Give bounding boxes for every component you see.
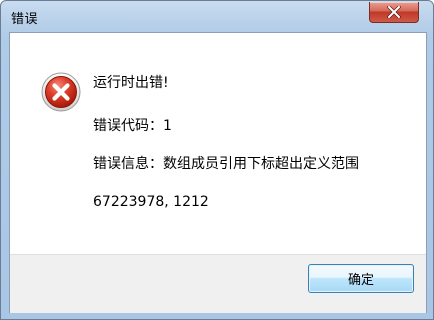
button-bar: 确定 bbox=[10, 254, 426, 313]
message-line-error-code: 错误代码：1 bbox=[93, 118, 172, 134]
error-dialog-window: 错误 运行时出错! 错误代码：1 错误信息：数组成员引用下标超出定义范围 672… bbox=[0, 0, 434, 320]
close-icon bbox=[387, 6, 401, 18]
dialog-body: 运行时出错! 错误代码：1 错误信息：数组成员引用下标超出定义范围 672239… bbox=[9, 32, 427, 313]
message-line-error-info: 错误信息：数组成员引用下标超出定义范围 bbox=[93, 156, 359, 172]
close-button[interactable] bbox=[369, 2, 419, 23]
ok-button[interactable]: 确定 bbox=[308, 264, 414, 293]
message-line-runtime-error: 运行时出错! bbox=[93, 75, 169, 91]
message-area: 运行时出错! 错误代码：1 错误信息：数组成员引用下标超出定义范围 672239… bbox=[10, 33, 426, 254]
error-icon bbox=[41, 72, 81, 112]
message-line-address: 67223978, 1212 bbox=[93, 194, 209, 210]
window-title: 错误 bbox=[11, 12, 39, 27]
title-bar[interactable]: 错误 bbox=[1, 1, 433, 33]
